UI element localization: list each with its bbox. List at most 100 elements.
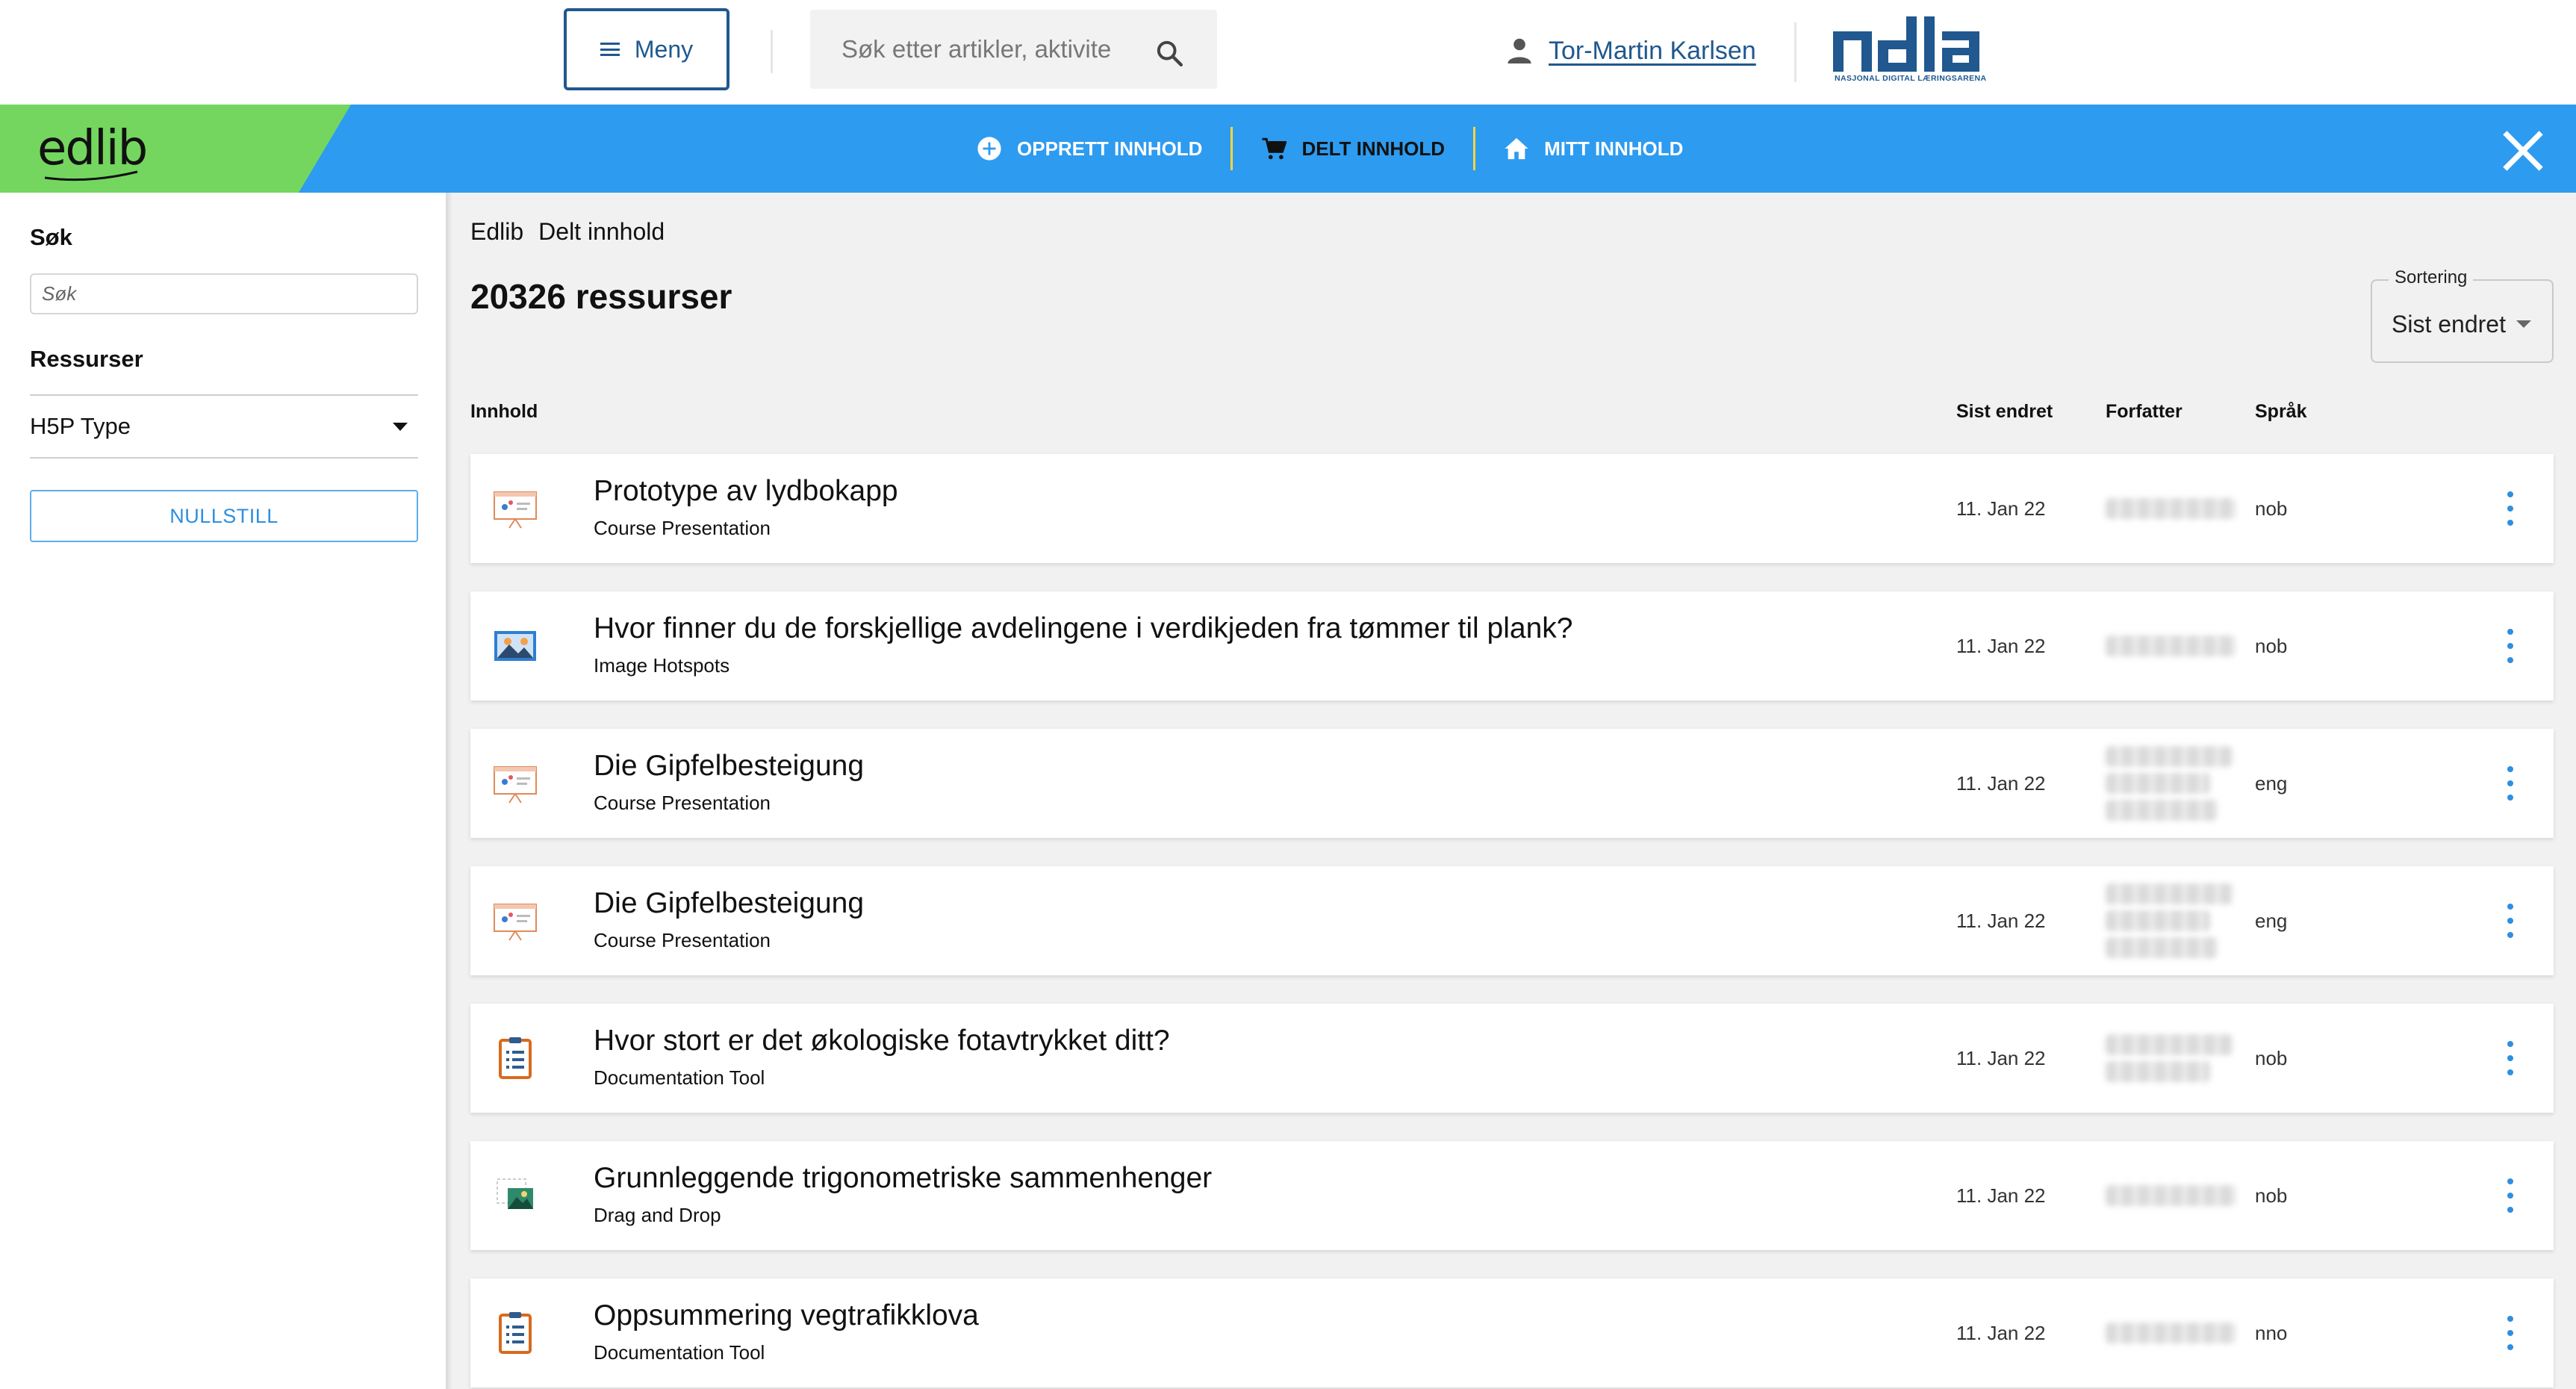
resource-author-blurred bbox=[2106, 1278, 2247, 1388]
filter-sidebar: Søk Søk Ressurser H5P Type NULLSTILL bbox=[0, 193, 446, 1389]
blurred-author-line bbox=[2106, 746, 2233, 767]
resource-last-changed: 11. Jan 22 bbox=[1956, 1047, 2046, 1069]
site-search-input[interactable]: Søk etter artikler, aktivite bbox=[810, 10, 1217, 89]
resource-title[interactable]: Hvor stort er det økologiske fotavtrykke… bbox=[594, 1025, 1170, 1057]
resource-language: eng bbox=[2255, 772, 2288, 795]
resource-last-changed: 11. Jan 22 bbox=[1956, 497, 2046, 520]
edlib-logo-swoosh bbox=[44, 170, 138, 181]
sort-value: Sist endret bbox=[2392, 311, 2506, 338]
resource-last-changed: 11. Jan 22 bbox=[1956, 635, 2046, 657]
blurred-author-line bbox=[2106, 773, 2210, 794]
h5p-type-select[interactable]: H5P Type bbox=[30, 394, 418, 459]
resource-row[interactable]: Hvor finner du de forskjellige avdelinge… bbox=[470, 591, 2554, 700]
resource-type: Drag and Drop bbox=[594, 1204, 721, 1226]
ndla-subtitle: NASJONAL DIGITAL LÆRINGSARENA bbox=[1835, 74, 1987, 83]
logo-divider bbox=[1794, 22, 1796, 82]
more-vert-icon[interactable] bbox=[2501, 1178, 2519, 1213]
blurred-author-line bbox=[2106, 937, 2218, 958]
resource-language: nno bbox=[2255, 1322, 2288, 1344]
menu-button[interactable]: Meny bbox=[564, 8, 729, 90]
resource-language: eng bbox=[2255, 910, 2288, 932]
blurred-author-line bbox=[2106, 636, 2236, 656]
more-vert-icon[interactable] bbox=[2501, 491, 2519, 526]
top-header: Meny Søk etter artikler, aktivite Tor-Ma… bbox=[0, 0, 2576, 105]
search-icon[interactable] bbox=[1154, 38, 1184, 68]
course-presentation-icon bbox=[491, 897, 539, 945]
filter-search-placeholder: Søk bbox=[42, 282, 77, 305]
resource-author-blurred bbox=[2106, 454, 2247, 563]
resource-language: nob bbox=[2255, 497, 2288, 520]
course-presentation-icon bbox=[491, 759, 539, 807]
column-header-author[interactable]: Forfatter bbox=[2106, 401, 2183, 423]
more-vert-icon[interactable] bbox=[2501, 1041, 2519, 1075]
resource-type: Course Presentation bbox=[594, 792, 771, 814]
resource-author-blurred bbox=[2106, 591, 2247, 700]
more-vert-icon[interactable] bbox=[2501, 629, 2519, 663]
image-hotspots-icon bbox=[491, 622, 539, 670]
resource-row[interactable]: Oppsummering vegtrafikklova Documentation… bbox=[470, 1278, 2554, 1388]
column-header-last-changed[interactable]: Sist endret bbox=[1956, 401, 2053, 423]
column-header-language[interactable]: Språk bbox=[2255, 401, 2306, 423]
resource-title[interactable]: Oppsummering vegtrafikklova bbox=[594, 1299, 979, 1332]
column-header-content: Innhold bbox=[470, 401, 538, 422]
resource-title[interactable]: Grunnleggende trigonometriske sammenheng… bbox=[594, 1162, 1212, 1195]
hamburger-icon bbox=[600, 43, 620, 56]
more-vert-icon[interactable] bbox=[2501, 1316, 2519, 1350]
resource-title[interactable]: Die Gipfelbesteigung bbox=[594, 887, 864, 920]
resource-title[interactable]: Prototype av lydbokapp bbox=[594, 475, 898, 508]
site-search-placeholder: Søk etter artikler, aktivite bbox=[841, 35, 1112, 63]
blurred-author-line bbox=[2106, 800, 2218, 821]
nav-my-content-label: MITT INNHOLD bbox=[1544, 137, 1684, 160]
user-icon bbox=[1508, 38, 1531, 63]
nav-shared-content[interactable]: DELT INNHOLD bbox=[1233, 105, 1473, 193]
close-icon[interactable] bbox=[2501, 129, 2545, 173]
resource-title[interactable]: Hvor finner du de forskjellige avdelinge… bbox=[594, 612, 1572, 645]
resource-last-changed: 11. Jan 22 bbox=[1956, 1322, 2046, 1344]
main-content: Edlib Delt innhold 20326 ressurser Sorte… bbox=[452, 193, 2576, 1389]
resource-language: nob bbox=[2255, 635, 2288, 657]
nav-my-content[interactable]: MITT INNHOLD bbox=[1475, 105, 1711, 193]
nav-shared-content-label: DELT INNHOLD bbox=[1301, 137, 1446, 160]
caret-down-icon bbox=[393, 423, 408, 431]
header-divider bbox=[771, 30, 773, 73]
breadcrumb: Edlib Delt innhold bbox=[470, 218, 665, 246]
sort-label: Sortering bbox=[2389, 267, 2474, 288]
breadcrumb-shared-content[interactable]: Delt innhold bbox=[538, 218, 665, 246]
blurred-author-line bbox=[2106, 1323, 2236, 1343]
resource-author-blurred bbox=[2106, 729, 2247, 838]
resource-title[interactable]: Die Gipfelbesteigung bbox=[594, 750, 864, 783]
h5p-type-label: H5P Type bbox=[30, 413, 131, 439]
resource-row[interactable]: Die Gipfelbesteigung Course Presentation 1… bbox=[470, 866, 2554, 975]
user-name[interactable]: Tor-Martin Karlsen bbox=[1549, 37, 1756, 66]
edlib-brand-area[interactable]: edlib bbox=[0, 105, 351, 193]
resource-author-blurred bbox=[2106, 866, 2247, 975]
resource-last-changed: 11. Jan 22 bbox=[1956, 772, 2046, 795]
reset-button[interactable]: NULLSTILL bbox=[30, 490, 418, 542]
edlib-navbar: edlib OPPRETT INNHOLD DELT INNHOLD MITT … bbox=[0, 105, 2576, 193]
breadcrumb-edlib[interactable]: Edlib bbox=[470, 218, 523, 246]
resource-language: nob bbox=[2255, 1184, 2288, 1207]
course-presentation-icon bbox=[491, 485, 539, 532]
user-profile-link[interactable]: Tor-Martin Karlsen bbox=[1507, 28, 1756, 73]
resource-last-changed: 11. Jan 22 bbox=[1956, 1184, 2046, 1207]
nav-items: OPPRETT INNHOLD DELT INNHOLD MITT INNHOL… bbox=[948, 105, 1711, 193]
resource-row[interactable]: Prototype av lydbokapp Course Presentatio… bbox=[470, 454, 2554, 563]
sidebar-divider bbox=[446, 193, 452, 1389]
resource-row[interactable]: Hvor stort er det økologiske fotavtrykke… bbox=[470, 1004, 2554, 1113]
blurred-author-line bbox=[2106, 1061, 2210, 1082]
more-vert-icon[interactable] bbox=[2501, 766, 2519, 801]
blurred-author-line bbox=[2106, 1185, 2236, 1206]
resource-last-changed: 11. Jan 22 bbox=[1956, 910, 2046, 932]
sort-select[interactable]: Sortering Sist endret bbox=[2371, 267, 2554, 363]
documentation-tool-icon bbox=[491, 1034, 539, 1082]
more-vert-icon[interactable] bbox=[2501, 904, 2519, 938]
resource-type: Course Presentation bbox=[594, 517, 771, 539]
filter-search-input[interactable]: Søk bbox=[30, 273, 418, 314]
nav-create-content[interactable]: OPPRETT INNHOLD bbox=[948, 105, 1231, 193]
resource-row[interactable]: Grunnleggende trigonometriske sammenheng… bbox=[470, 1141, 2554, 1250]
cart-icon bbox=[1262, 137, 1287, 160]
edlib-logo: edlib bbox=[37, 121, 148, 176]
resource-row[interactable]: Die Gipfelbesteigung Course Presentation 1… bbox=[470, 729, 2554, 838]
blurred-author-line bbox=[2106, 1034, 2233, 1055]
resource-type: Documentation Tool bbox=[594, 1341, 765, 1364]
